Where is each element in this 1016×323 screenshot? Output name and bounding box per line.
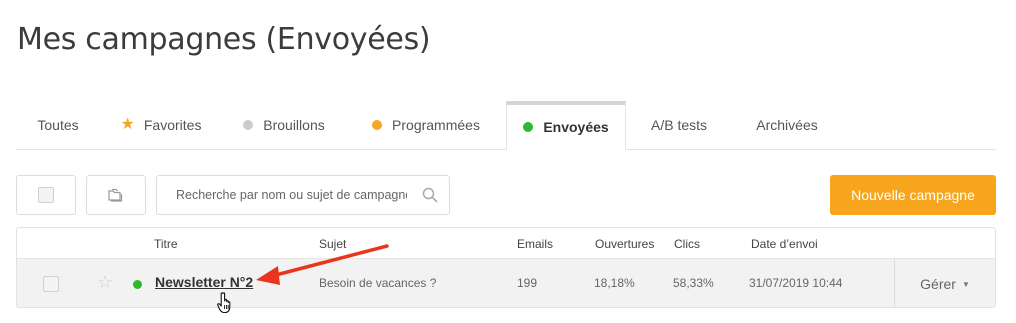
tab-label: Toutes bbox=[37, 117, 79, 133]
tab-label: Envoyées bbox=[543, 119, 609, 135]
table-header: Titre Sujet Emails Ouvertures Clics Date… bbox=[17, 228, 995, 258]
select-all-button[interactable] bbox=[16, 175, 76, 215]
tab-archived[interactable]: Archivées bbox=[732, 101, 842, 149]
select-all-checkbox[interactable] bbox=[38, 187, 54, 203]
column-header-title[interactable]: Titre bbox=[154, 237, 178, 251]
folder-icon bbox=[108, 188, 123, 202]
column-header-opens[interactable]: Ouvertures bbox=[595, 237, 654, 251]
tab-sent[interactable]: Envoyées bbox=[506, 101, 626, 150]
tab-label: Favorites bbox=[143, 117, 202, 133]
column-header-date[interactable]: Date d’envoi bbox=[751, 237, 818, 251]
campaign-opens: 18,18% bbox=[594, 276, 635, 290]
hand-pointer-cursor-icon bbox=[217, 292, 231, 314]
star-outline-icon[interactable]: ☆ bbox=[97, 273, 113, 291]
red-arrow-annotation-icon bbox=[256, 244, 389, 285]
row-checkbox[interactable] bbox=[43, 276, 59, 292]
page-title: Mes campagnes (Envoyées) bbox=[17, 22, 431, 57]
manage-dropdown[interactable]: Gérer ▼ bbox=[894, 259, 995, 307]
tab-drafts[interactable]: Brouillons bbox=[222, 101, 346, 149]
search-icon[interactable] bbox=[422, 187, 438, 203]
campaign-tabs: Toutes ★ Favorites Brouillons Programmée… bbox=[16, 101, 996, 150]
status-dot-icon bbox=[133, 280, 142, 289]
tab-label: Programmées bbox=[392, 117, 480, 133]
table-row: ☆ Newsletter N°2 Besoin de vacances ? 19… bbox=[17, 258, 995, 307]
star-icon: ★ bbox=[120, 116, 135, 133]
tab-label: Archivées bbox=[756, 117, 818, 133]
tab-scheduled[interactable]: Programmées bbox=[346, 101, 506, 149]
campaign-title-link[interactable]: Newsletter N°2 bbox=[155, 274, 253, 290]
campaigns-table: Titre Sujet Emails Ouvertures Clics Date… bbox=[16, 227, 996, 308]
tab-label: Brouillons bbox=[263, 117, 325, 133]
column-header-emails[interactable]: Emails bbox=[517, 237, 553, 251]
campaign-clicks: 58,33% bbox=[673, 276, 714, 290]
status-dot-icon bbox=[523, 122, 534, 132]
status-dot-icon bbox=[243, 120, 254, 130]
campaign-emails: 199 bbox=[517, 276, 538, 290]
tab-all[interactable]: Toutes bbox=[16, 101, 100, 149]
search-box bbox=[156, 175, 450, 215]
campaign-date: 31/07/2019 10:44 bbox=[749, 276, 843, 290]
tab-favorites[interactable]: ★ Favorites bbox=[100, 101, 222, 149]
tab-ab-tests[interactable]: A/B tests bbox=[626, 101, 732, 149]
manage-label: Gérer bbox=[920, 276, 956, 292]
caret-down-icon: ▼ bbox=[961, 279, 970, 289]
status-dot-icon bbox=[372, 120, 383, 130]
new-campaign-button[interactable]: Nouvelle campagne bbox=[830, 175, 996, 215]
move-to-folder-button[interactable] bbox=[86, 175, 146, 215]
column-header-clicks[interactable]: Clics bbox=[674, 237, 700, 251]
search-input[interactable] bbox=[157, 176, 407, 214]
tab-label: A/B tests bbox=[650, 117, 708, 133]
